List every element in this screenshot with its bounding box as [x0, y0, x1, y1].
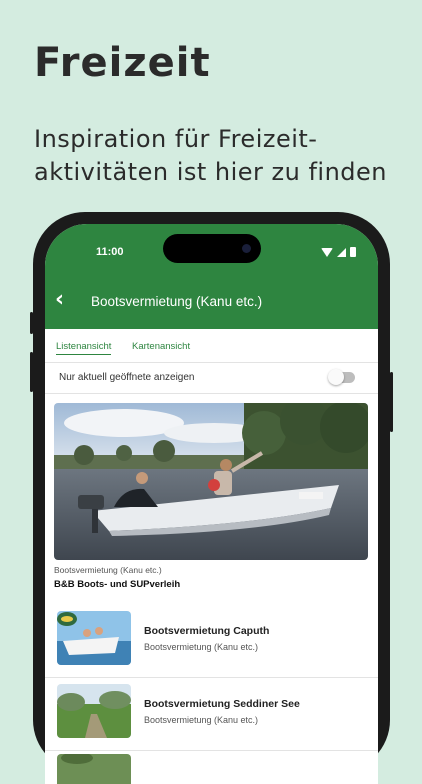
list-item-title: Bootsvermietung Caputh [144, 625, 270, 637]
list-item-subtitle: Bootsvermietung (Kanu etc.) [144, 642, 259, 652]
subline: Inspiration für Freizeit-aktivitäten ist… [34, 125, 388, 186]
page-title: Bootsvermietung (Kanu etc.) [91, 294, 263, 309]
phone-frame: 11:00 ‹ Bootsvermietung (Kanu etc.) List… [30, 212, 393, 784]
wifi-icon [321, 247, 333, 257]
list-item[interactable]: Bootsvermietung Seddiner See Bootsvermie… [45, 678, 378, 751]
app-bar: 11:00 ‹ Bootsvermietung (Kanu etc.) [45, 224, 378, 329]
boat-photo [54, 403, 368, 560]
phone-side-button [30, 352, 33, 392]
open-filter-toggle[interactable] [328, 369, 355, 385]
camera-icon [242, 244, 251, 253]
toggle-knob [328, 369, 344, 385]
featured-image[interactable] [54, 403, 368, 560]
list-thumbnail [57, 611, 131, 665]
seddiner-see-thumbnail-image [57, 684, 131, 738]
list-item-subtitle: Bootsvermietung (Kanu etc.) [144, 715, 259, 725]
phone-screen: 11:00 ‹ Bootsvermietung (Kanu etc.) List… [45, 224, 378, 784]
list-item-title: Bootsvermietung Seddiner See [144, 698, 300, 710]
battery-icon [350, 247, 356, 257]
signal-icon [337, 247, 346, 257]
phone-side-button [30, 312, 33, 334]
featured-name[interactable]: B&B Boots- und SUPverleih [54, 579, 180, 590]
status-icons [321, 247, 356, 257]
open-filter-row: Nur aktuell geöffnete anzeigen [45, 363, 378, 394]
back-arrow-icon[interactable]: ‹ [55, 289, 75, 311]
dynamic-island [163, 234, 261, 263]
tab-kartenansicht[interactable]: Kartenansicht [132, 341, 190, 354]
featured-category: Bootsvermietung (Kanu etc.) [54, 565, 162, 575]
list-thumbnail [57, 754, 131, 784]
status-time: 11:00 [96, 246, 124, 258]
open-filter-label: Nur aktuell geöffnete anzeigen [59, 372, 195, 383]
view-tabs: Listenansicht Kartenansicht [45, 329, 378, 363]
caputh-thumbnail-image [57, 611, 131, 665]
phone-side-button [390, 372, 393, 432]
list-thumbnail [57, 684, 131, 738]
list-item[interactable]: Bootsvermietung Caputh Bootsvermietung (… [45, 605, 378, 678]
list-thumbnail-partial-image [57, 754, 131, 784]
tab-listenansicht[interactable]: Listenansicht [56, 341, 112, 355]
headline: Freizeit [34, 40, 211, 86]
